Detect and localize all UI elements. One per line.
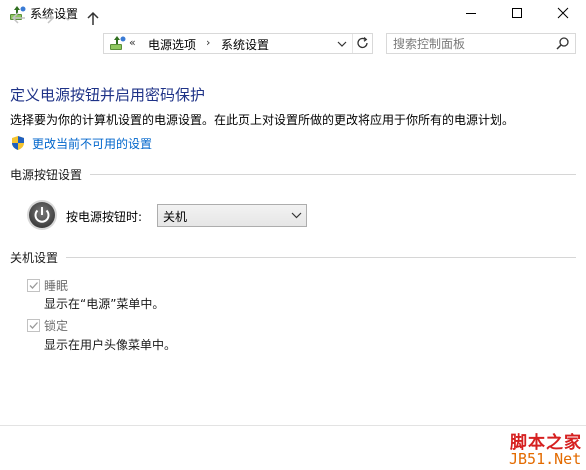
change-unavailable-settings-link[interactable]: 更改当前不可用的设置 <box>10 135 152 151</box>
arrow-up-icon <box>87 11 99 25</box>
close-icon <box>557 7 569 19</box>
search-input[interactable] <box>393 35 543 52</box>
section-divider <box>90 173 576 175</box>
minimize-button[interactable] <box>448 0 494 26</box>
refresh-button[interactable] <box>355 35 371 51</box>
sleep-description: 显示在“电源”菜单中。 <box>44 297 165 311</box>
maximize-icon <box>512 8 522 18</box>
minimize-icon <box>466 13 476 14</box>
section-divider <box>66 256 576 258</box>
address-history-dropdown[interactable] <box>335 36 349 51</box>
lock-label: 锁定 <box>44 319 69 333</box>
footer-divider <box>0 425 586 426</box>
sleep-label: 睡眠 <box>44 279 69 293</box>
address-bar[interactable]: « 电源选项 › 系统设置 <box>103 33 373 54</box>
arrow-left-icon <box>11 12 25 24</box>
page-title: 定义电源按钮并启用密码保护 <box>10 86 206 104</box>
address-overflow-chevron[interactable]: « <box>129 36 136 49</box>
checkmark-icon <box>29 322 38 329</box>
refresh-icon <box>357 37 368 49</box>
address-divider <box>352 34 353 53</box>
chevron-down-icon <box>337 41 347 47</box>
watermark-site-text: JB51.Net <box>509 450 582 468</box>
section-title: 关机设置 <box>10 250 59 265</box>
chevron-down-icon <box>291 212 302 219</box>
close-button[interactable] <box>540 0 586 26</box>
chevron-down-icon <box>63 15 73 21</box>
uac-shield-icon <box>12 136 24 150</box>
section-title: 电源按钮设置 <box>10 167 83 182</box>
sleep-checkbox[interactable] <box>27 279 40 292</box>
change-link-label[interactable]: 更改当前不可用的设置 <box>32 135 152 152</box>
power-button-action-value: 关机 <box>163 210 188 224</box>
search-icon[interactable] <box>555 36 570 51</box>
forward-button[interactable] <box>38 10 56 26</box>
power-button-settings-header: 电源按钮设置 <box>10 166 576 182</box>
recent-locations-button[interactable] <box>62 10 74 26</box>
power-options-icon <box>110 36 126 50</box>
arrow-right-icon <box>41 12 55 24</box>
power-button-action-select[interactable]: 关机 <box>157 204 307 227</box>
breadcrumb-power-options[interactable]: 电源选项 <box>148 36 196 53</box>
search-box[interactable] <box>386 33 576 54</box>
breadcrumb-system-settings[interactable]: 系统设置 <box>221 36 269 53</box>
maximize-button[interactable] <box>494 0 540 26</box>
power-button-icon <box>27 200 57 230</box>
shutdown-settings-header: 关机设置 <box>10 249 576 265</box>
lock-description: 显示在用户头像菜单中。 <box>44 338 177 352</box>
breadcrumb-separator[interactable]: › <box>206 36 210 49</box>
page-description: 选择要为你的计算机设置的电源设置。在此页上对设置所做的更改将应用于你所有的电源计… <box>10 113 515 127</box>
checkmark-icon <box>29 282 38 289</box>
power-button-action-label: 按电源按钮时: <box>66 210 143 224</box>
lock-checkbox[interactable] <box>27 319 40 332</box>
back-button[interactable] <box>10 10 28 26</box>
up-button[interactable] <box>84 10 102 26</box>
